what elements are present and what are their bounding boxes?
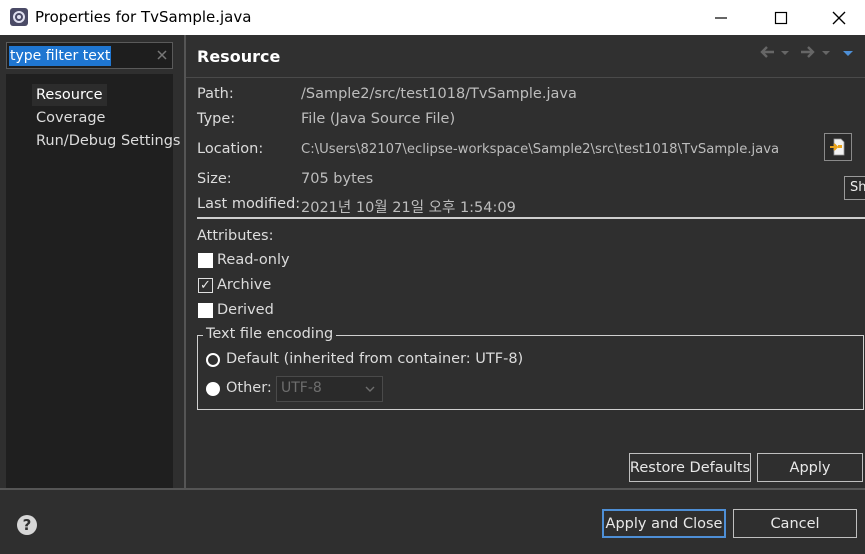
checkmark-icon: ✓	[200, 278, 211, 293]
archive-checkbox[interactable]: ✓	[198, 278, 213, 293]
resource-page: Resource Path: /Sample2/src/test1018/TvS…	[186, 35, 865, 488]
tree-item-run-debug-settings[interactable]: Run/Debug Settings	[32, 130, 184, 152]
type-value: File (Java Source File)	[301, 111, 456, 127]
tree-item-resource[interactable]: Resource	[32, 84, 107, 106]
size-value: 705 bytes	[301, 171, 374, 187]
other-encoding-radio[interactable]	[206, 382, 220, 396]
maximize-icon	[774, 11, 788, 24]
text-file-encoding-label: Text file encoding	[203, 326, 337, 342]
left-pane: type filter text Resource Coverage Run/D…	[0, 35, 185, 488]
help-icon[interactable]: ?	[17, 515, 37, 535]
restore-defaults-button[interactable]: Restore Defaults	[629, 453, 751, 482]
tooltip: Sh	[844, 176, 865, 200]
location-label: Location:	[197, 141, 264, 157]
back-dropdown-icon[interactable]	[780, 46, 790, 62]
forward-arrow-icon[interactable]	[799, 43, 817, 65]
forward-dropdown-icon[interactable]	[821, 46, 831, 62]
back-arrow-icon[interactable]	[758, 43, 776, 65]
encoding-select: UTF-8	[276, 376, 383, 402]
title-bar: Properties for TvSample.java	[0, 0, 865, 35]
section-separator	[197, 217, 865, 219]
default-encoding-radio[interactable]	[206, 353, 220, 367]
location-value: C:\Users\82107\eclipse-workspace\Sample2…	[301, 142, 780, 157]
show-in-system-explorer-icon	[830, 138, 845, 156]
close-button[interactable]	[810, 0, 865, 35]
last-modified-value: 2021년 10월 21일 오후 1:54:09	[301, 200, 516, 216]
filter-input-text: type filter text	[9, 46, 112, 66]
chevron-down-icon	[365, 386, 375, 392]
page-title: Resource	[197, 47, 281, 66]
path-value: /Sample2/src/test1018/TvSample.java	[301, 86, 577, 102]
other-encoding-label[interactable]: Other:	[226, 380, 272, 396]
show-in-explorer-button[interactable]	[824, 133, 852, 161]
minimize-button[interactable]	[692, 0, 750, 35]
maximize-button[interactable]	[752, 0, 810, 35]
clear-filter-icon[interactable]	[155, 48, 169, 62]
encoding-select-value: UTF-8	[281, 380, 322, 396]
archive-label[interactable]: Archive	[217, 277, 271, 293]
dialog-footer: ? Apply and Close Cancel	[0, 488, 865, 554]
apply-and-close-button[interactable]: Apply and Close	[602, 509, 726, 538]
property-page-tree: Resource Coverage Run/Debug Settings	[6, 74, 180, 488]
size-label: Size:	[197, 171, 232, 187]
filter-input[interactable]: type filter text	[6, 42, 173, 69]
minimize-icon	[715, 16, 727, 19]
page-header: Resource	[186, 35, 865, 78]
read-only-label[interactable]: Read-only	[217, 252, 290, 268]
default-encoding-label[interactable]: Default (inherited from container: UTF-8…	[226, 351, 523, 367]
apply-button[interactable]: Apply	[757, 453, 863, 482]
view-menu-icon[interactable]	[842, 46, 854, 62]
close-icon	[832, 11, 846, 24]
last-modified-label: Last modified:	[197, 196, 301, 212]
read-only-checkbox[interactable]	[198, 253, 213, 268]
path-label: Path:	[197, 86, 234, 102]
cancel-button[interactable]: Cancel	[733, 509, 857, 538]
derived-checkbox[interactable]	[198, 303, 213, 318]
type-label: Type:	[197, 111, 236, 127]
attributes-label: Attributes:	[197, 228, 274, 244]
tree-item-coverage[interactable]: Coverage	[32, 107, 109, 129]
window-title: Properties for TvSample.java	[35, 8, 252, 26]
eclipse-app-icon	[10, 8, 28, 26]
derived-label[interactable]: Derived	[217, 302, 274, 318]
